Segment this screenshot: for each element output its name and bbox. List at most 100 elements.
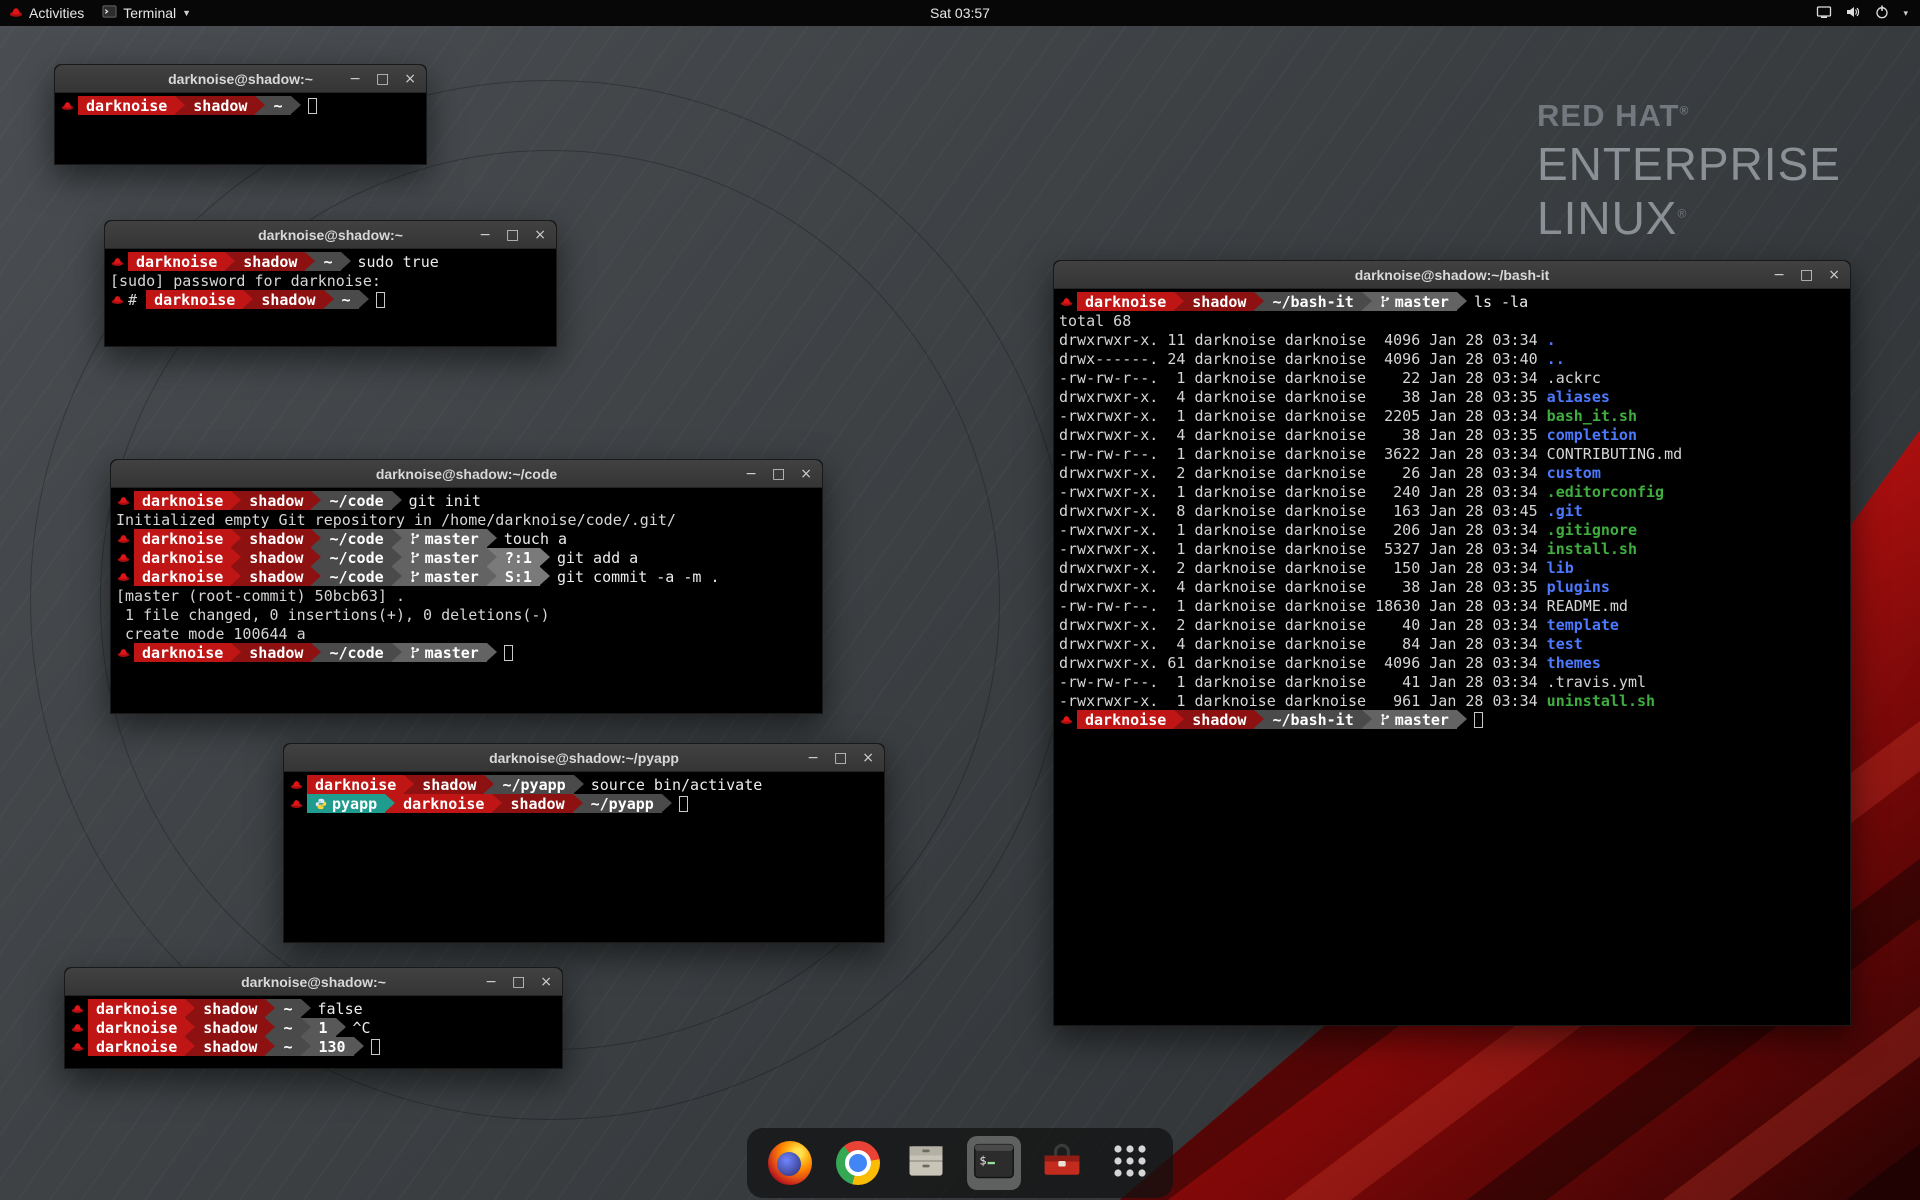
- maximize-button[interactable]: □: [512, 975, 525, 989]
- terminal-text: sudo true: [358, 253, 439, 271]
- powerline-separator: [359, 290, 369, 309]
- terminal-line: darknoiseshadow~130: [70, 1037, 557, 1056]
- redhat-fedora-icon: [117, 570, 130, 583]
- powerline-separator: [265, 1018, 275, 1037]
- dock-item-terminal[interactable]: $: [967, 1136, 1021, 1190]
- maximize-button[interactable]: □: [506, 228, 519, 242]
- app-menu-terminal[interactable]: Terminal ▼: [93, 0, 200, 26]
- git-branch-icon: [410, 551, 420, 564]
- powerline-separator: [487, 567, 497, 586]
- maximize-button[interactable]: □: [1800, 268, 1813, 282]
- window-title: darknoise@shadow:~: [168, 71, 313, 87]
- powerline-separator: [574, 775, 584, 794]
- terminal-line: -rw-rw-r--. 1 darknoise darknoise 18630 …: [1059, 596, 1845, 615]
- toolbox-icon: [1040, 1139, 1084, 1188]
- prompt-segment-host: shadow: [195, 999, 265, 1018]
- powerline-separator: [305, 252, 315, 271]
- terminal-text: drwxrwxr-x. 2 darknoise darknoise 26 Jan…: [1059, 464, 1547, 482]
- close-button[interactable]: ×: [534, 228, 546, 242]
- redhat-fedora-icon: [71, 1040, 84, 1053]
- terminal-cursor: [679, 796, 688, 812]
- close-button[interactable]: ×: [404, 72, 416, 86]
- terminal-text: drwxrwxr-x. 4 darknoise darknoise 38 Jan…: [1059, 426, 1547, 444]
- terminal-text: completion: [1547, 426, 1637, 444]
- terminal-window-exitcodes: darknoise@shadow:~ − □ × darknoiseshadow…: [64, 967, 563, 1069]
- minimize-button[interactable]: −: [1773, 268, 1785, 282]
- window-titlebar[interactable]: darknoise@shadow:~/code − □ ×: [111, 460, 822, 488]
- window-titlebar[interactable]: darknoise@shadow:~/bash-it − □ ×: [1054, 261, 1850, 289]
- powerline-separator: [540, 548, 550, 567]
- terminal-line: -rw-rw-r--. 1 darknoise darknoise 41 Jan…: [1059, 672, 1845, 691]
- powerline-separator: [1254, 292, 1264, 311]
- git-branch-icon: [410, 532, 420, 545]
- terminal-text: CONTRIBUTING.md: [1547, 445, 1682, 463]
- git-branch-icon: [410, 570, 420, 583]
- terminal-text: lib: [1547, 559, 1574, 577]
- terminal-line: pyappdarknoiseshadow~/pyapp: [289, 794, 879, 813]
- dock-item-toolbox[interactable]: [1035, 1136, 1089, 1190]
- chevron-down-icon: ▼: [182, 8, 191, 18]
- terminal-cursor: [504, 645, 513, 661]
- terminal-content[interactable]: darknoiseshadow~sudo true[sudo] password…: [105, 249, 556, 346]
- dock-item-app-grid[interactable]: [1103, 1136, 1157, 1190]
- prompt-segment-user: darknoise: [134, 567, 231, 586]
- terminal-line: drwxrwxr-x. 2 darknoise darknoise 26 Jan…: [1059, 463, 1845, 482]
- powerline-separator: [231, 567, 241, 586]
- close-button[interactable]: ×: [1828, 268, 1840, 282]
- prompt-segment-gitstat: ?:1: [497, 548, 540, 567]
- terminal-content[interactable]: darknoiseshadow~/codegit initInitialized…: [111, 488, 822, 713]
- dock-item-firefox[interactable]: [763, 1136, 817, 1190]
- terminal-line: -rwxrwxr-x. 1 darknoise darknoise 206 Ja…: [1059, 520, 1845, 539]
- prompt-segment-host: shadow: [241, 567, 311, 586]
- close-button[interactable]: ×: [540, 975, 552, 989]
- system-status-area[interactable]: ▾: [1816, 4, 1920, 23]
- minimize-button[interactable]: −: [479, 228, 491, 242]
- terminal-text: -rwxrwxr-x. 1 darknoise darknoise 206 Ja…: [1059, 521, 1547, 539]
- window-title: darknoise@shadow:~/code: [376, 466, 557, 482]
- close-button[interactable]: ×: [862, 751, 874, 765]
- terminal-content[interactable]: darknoiseshadow~: [55, 93, 426, 164]
- redhat-fedora-icon: [117, 532, 130, 545]
- maximize-button[interactable]: □: [376, 72, 389, 86]
- close-button[interactable]: ×: [800, 467, 812, 481]
- terminal-line: darknoiseshadow~/codegit init: [116, 491, 817, 510]
- prompt-segment-host: shadow: [235, 252, 305, 271]
- terminal-text: git add a: [557, 549, 638, 567]
- powerline-separator: [231, 643, 241, 662]
- terminal-text: create mode 100644 a: [116, 625, 306, 643]
- terminal-line: darknoiseshadow~false: [70, 999, 557, 1018]
- powerline-separator: [492, 794, 502, 813]
- minimize-button[interactable]: −: [745, 467, 757, 481]
- display-icon: [1816, 4, 1832, 23]
- dock-item-chrome[interactable]: [831, 1136, 885, 1190]
- minimize-button[interactable]: −: [349, 72, 361, 86]
- terminal-text: .: [1547, 331, 1556, 349]
- prompt-segment-path: ~: [275, 1037, 300, 1056]
- activities-button[interactable]: Activities: [0, 0, 93, 26]
- minimize-button[interactable]: −: [485, 975, 497, 989]
- dock-item-files[interactable]: [899, 1136, 953, 1190]
- powerline-separator: [487, 529, 497, 548]
- terminal-content[interactable]: darknoiseshadow~/bash-itmasterls -latota…: [1054, 289, 1850, 1025]
- python-icon: [315, 798, 327, 810]
- maximize-button[interactable]: □: [772, 467, 785, 481]
- powerline-separator: [231, 529, 241, 548]
- terminal-text: .travis.yml: [1547, 673, 1646, 691]
- prompt-segment-git: master: [402, 529, 487, 548]
- terminal-text: ls -la: [1474, 293, 1528, 311]
- chevron-down-icon: ▾: [1903, 8, 1908, 19]
- prompt-segment-user: darknoise: [307, 775, 404, 794]
- terminal-content[interactable]: darknoiseshadow~/pyappsource bin/activat…: [284, 772, 884, 942]
- terminal-text: uninstall.sh: [1547, 692, 1655, 710]
- terminal-line: -rwxrwxr-x. 1 darknoise darknoise 240 Ja…: [1059, 482, 1845, 501]
- window-titlebar[interactable]: darknoise@shadow:~ − □ ×: [55, 65, 426, 93]
- maximize-button[interactable]: □: [834, 751, 847, 765]
- clock[interactable]: Sat 03:57: [930, 5, 990, 21]
- minimize-button[interactable]: −: [807, 751, 819, 765]
- terminal-content[interactable]: darknoiseshadow~falsedarknoiseshadow~1^C…: [65, 996, 562, 1068]
- powerline-separator: [311, 567, 321, 586]
- registered-mark: ®: [1677, 207, 1687, 221]
- window-titlebar[interactable]: darknoise@shadow:~ − □ ×: [105, 221, 556, 249]
- window-titlebar[interactable]: darknoise@shadow:~ − □ ×: [65, 968, 562, 996]
- window-titlebar[interactable]: darknoise@shadow:~/pyapp − □ ×: [284, 744, 884, 772]
